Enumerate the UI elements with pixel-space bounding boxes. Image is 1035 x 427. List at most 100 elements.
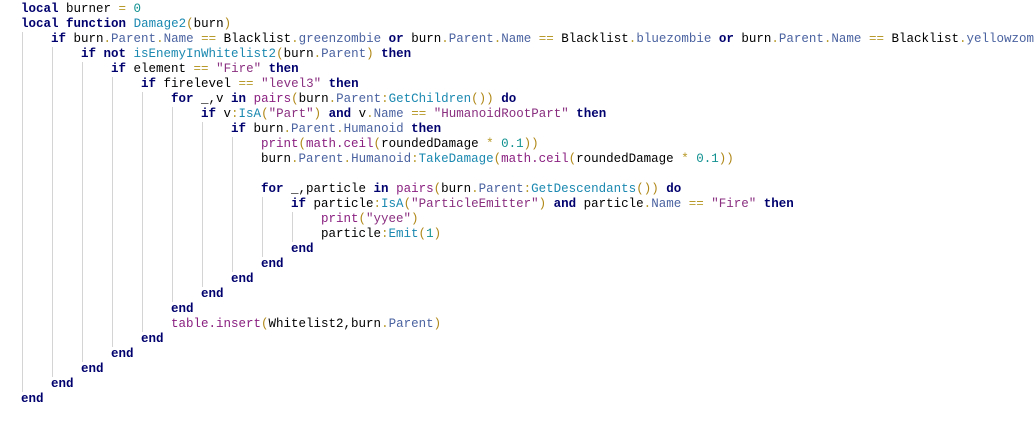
code-token: end: [81, 362, 104, 376]
indent-guide: [52, 287, 53, 302]
code-line[interactable]: end: [21, 272, 1035, 287]
indent-guide: [142, 122, 143, 137]
indent-guide: [22, 377, 23, 392]
code-line[interactable]: if burn.Parent.Name == Blacklist.greenzo…: [21, 32, 1035, 47]
indent-guide: [112, 317, 113, 332]
code-token: do: [666, 182, 682, 196]
indent-guide: [262, 212, 263, 227]
code-token: ): [366, 47, 374, 61]
code-line[interactable]: if firelevel == "level3" then: [21, 77, 1035, 92]
code-token: *: [486, 137, 494, 151]
indent-guide: [112, 332, 113, 347]
code-token: end: [261, 257, 284, 271]
code-line[interactable]: print("yyee"): [21, 212, 1035, 227]
code-token: Blacklist: [561, 32, 629, 46]
code-line[interactable]: end: [21, 347, 1035, 362]
code-line[interactable]: if v:IsA("Part") and v.Name == "Humanoid…: [21, 107, 1035, 122]
code-token: 1: [426, 227, 434, 241]
code-token: roundedDamage: [381, 137, 487, 151]
code-line[interactable]: for _,particle in pairs(burn.Parent:GetD…: [21, 182, 1035, 197]
code-line[interactable]: print(math.ceil(roundedDamage * 0.1)): [21, 137, 1035, 152]
code-token: (: [291, 92, 299, 106]
code-token: (: [403, 197, 412, 211]
code-token: roundedDamage: [576, 152, 682, 166]
indent-guide: [52, 167, 53, 182]
code-line[interactable]: end: [21, 242, 1035, 257]
code-token: function: [66, 17, 127, 31]
indent-guide: [142, 167, 143, 182]
code-token: "level3": [261, 77, 322, 91]
code-token: ==: [861, 32, 892, 46]
code-editor[interactable]: local burner = 0 local function Damage2(b…: [21, 2, 1035, 407]
indent-guide: [22, 32, 23, 47]
code-token: end: [141, 332, 164, 346]
indent-guide: [22, 287, 23, 302]
indent-guide: [142, 302, 143, 317]
code-line[interactable]: if element == "Fire" then: [21, 62, 1035, 77]
code-line[interactable]: for _,v in pairs(burn.Parent:GetChildren…: [21, 92, 1035, 107]
indent-guide: [232, 212, 233, 227]
code-token: end: [201, 287, 224, 301]
code-line[interactable]: end: [21, 287, 1035, 302]
code-line[interactable]: if burn.Parent.Humanoid then: [21, 122, 1035, 137]
code-token: then: [576, 107, 607, 121]
code-token: burn: [246, 122, 284, 136]
code-token: burn: [441, 182, 472, 196]
code-line[interactable]: end: [21, 257, 1035, 272]
code-token: 0.1: [688, 152, 719, 166]
code-token: burn: [261, 152, 292, 166]
code-token: .: [291, 32, 299, 46]
code-token: particle: [576, 197, 644, 211]
indent-guide: [22, 362, 23, 377]
indent-guide: [82, 167, 83, 182]
code-line[interactable]: [21, 167, 1035, 182]
indent-guide: [82, 122, 83, 137]
indent-guide: [172, 272, 173, 287]
code-line[interactable]: end: [21, 377, 1035, 392]
code-token: (: [261, 107, 269, 121]
code-line[interactable]: end: [21, 302, 1035, 317]
code-line[interactable]: local function Damage2(burn): [21, 17, 1035, 32]
code-token: local: [21, 17, 59, 31]
code-token: ==: [681, 197, 712, 211]
code-token: print: [261, 137, 299, 151]
code-token: if not: [81, 47, 127, 61]
code-token: pairs: [253, 92, 292, 106]
code-token: and: [328, 107, 352, 121]
code-token: burner: [58, 2, 119, 16]
indent-guide: [52, 227, 53, 242]
code-token: .: [156, 32, 164, 46]
code-token: particle: [306, 197, 374, 211]
code-token: then: [381, 47, 412, 61]
code-line[interactable]: end: [21, 362, 1035, 377]
code-line[interactable]: if particle:IsA("ParticleEmitter") and p…: [21, 197, 1035, 212]
code-line[interactable]: end: [21, 392, 1035, 407]
indent-guide: [172, 197, 173, 212]
indent-guide: [82, 152, 83, 167]
code-line[interactable]: particle:Emit(1): [21, 227, 1035, 242]
code-token: print: [321, 212, 359, 226]
code-token: ): [411, 212, 419, 226]
code-line[interactable]: table.insert(Whitelist2,burn.Parent): [21, 317, 1035, 332]
indent-guide: [22, 257, 23, 272]
indent-guide: [112, 182, 113, 197]
code-token: Parent: [111, 32, 157, 46]
code-line[interactable]: end: [21, 332, 1035, 347]
code-line[interactable]: burn.Parent.Humanoid:TakeDamage(math.cei…: [21, 152, 1035, 167]
indent-guide: [112, 122, 113, 137]
code-token: burn: [66, 32, 104, 46]
code-token: 0: [126, 2, 142, 16]
code-line[interactable]: if not isEnemyInWhitelist2(burn.Parent) …: [21, 47, 1035, 62]
code-token: Name: [163, 32, 194, 46]
code-line[interactable]: local burner = 0: [21, 2, 1035, 17]
code-token: _,v: [193, 92, 232, 106]
code-token: )): [718, 152, 734, 166]
code-token: .: [471, 182, 479, 196]
code-token: :: [373, 197, 382, 211]
indent-guide: [22, 182, 23, 197]
